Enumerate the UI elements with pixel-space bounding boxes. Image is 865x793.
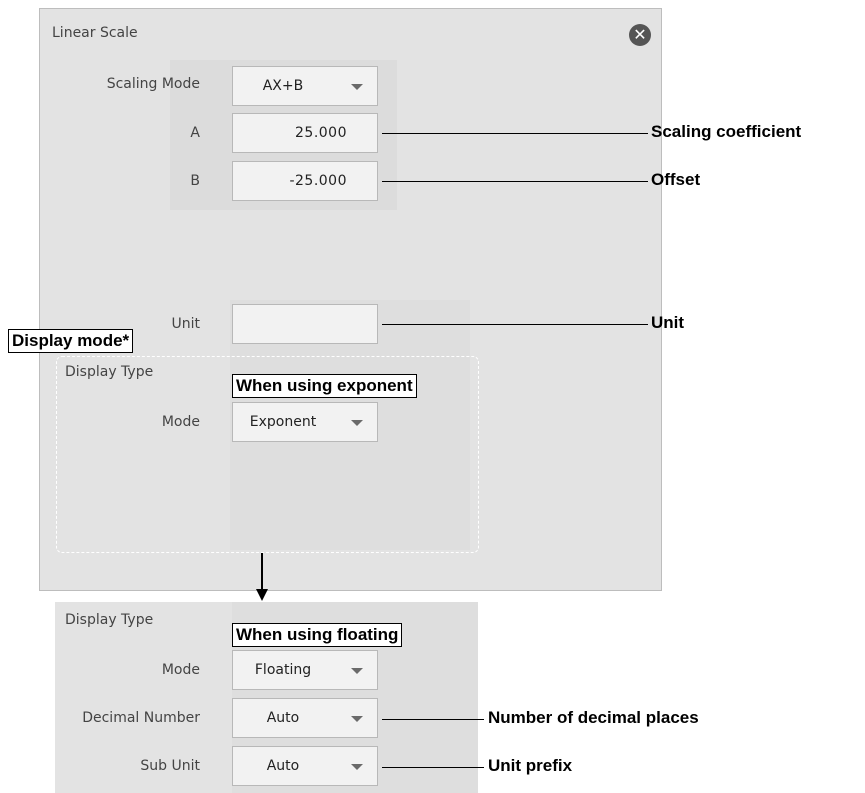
arrow-down-icon <box>256 553 268 601</box>
offset-annotation: Offset <box>651 170 701 189</box>
b-label: B <box>190 173 200 189</box>
a-value: 25.000 <box>295 125 347 141</box>
chevron-down-icon <box>351 668 363 674</box>
display-type-label: Display Type <box>65 364 154 380</box>
unit-prefix-annotation: Unit prefix <box>488 756 573 775</box>
a-input[interactable]: 25.000 <box>232 113 378 153</box>
scaling-mode-value: AX+B <box>262 78 304 94</box>
mode-label: Mode <box>161 414 200 430</box>
mode-value: Exponent <box>249 414 317 430</box>
unit-prefix-leader <box>382 767 484 768</box>
floating-mode-select[interactable]: Floating <box>232 650 378 690</box>
chevron-down-icon <box>351 84 363 90</box>
floating-mode-value: Floating <box>254 662 312 678</box>
b-value: -25.000 <box>289 173 347 189</box>
scaling-mode-select[interactable]: AX+B <box>232 66 378 106</box>
b-input[interactable]: -25.000 <box>232 161 378 201</box>
unit-input[interactable] <box>232 304 378 344</box>
unit-leader <box>382 324 648 325</box>
display-mode-annotation: Display mode* <box>8 329 134 353</box>
chevron-down-icon <box>351 716 363 722</box>
chevron-down-icon <box>351 420 363 426</box>
decimal-number-select[interactable]: Auto <box>232 698 378 738</box>
scaling-coefficient-leader <box>382 133 648 134</box>
decimal-places-annotation: Number of decimal places <box>488 708 699 727</box>
dialog-title: Linear Scale <box>52 25 138 41</box>
sub-unit-label: Sub Unit <box>140 758 200 774</box>
scaling-mode-label: Scaling Mode <box>106 76 200 92</box>
when-using-exponent-annotation: When using exponent <box>232 374 417 398</box>
mode-select[interactable]: Exponent <box>232 402 378 442</box>
decimal-places-leader <box>382 719 484 720</box>
floating-mode-label: Mode <box>161 662 200 678</box>
a-label: A <box>190 125 200 141</box>
scaling-coefficient-annotation: Scaling coefficient <box>651 122 802 141</box>
unit-annotation: Unit <box>651 313 685 332</box>
offset-leader <box>382 181 648 182</box>
when-using-floating-annotation: When using floating <box>232 623 403 647</box>
sub-unit-select[interactable]: Auto <box>232 746 378 786</box>
chevron-down-icon <box>351 764 363 770</box>
sub-unit-value: Auto <box>266 758 300 774</box>
close-icon[interactable]: ✕ <box>629 24 651 46</box>
decimal-number-value: Auto <box>266 710 300 726</box>
floating-display-type-label: Display Type <box>65 612 154 628</box>
decimal-number-label: Decimal Number <box>82 710 200 726</box>
